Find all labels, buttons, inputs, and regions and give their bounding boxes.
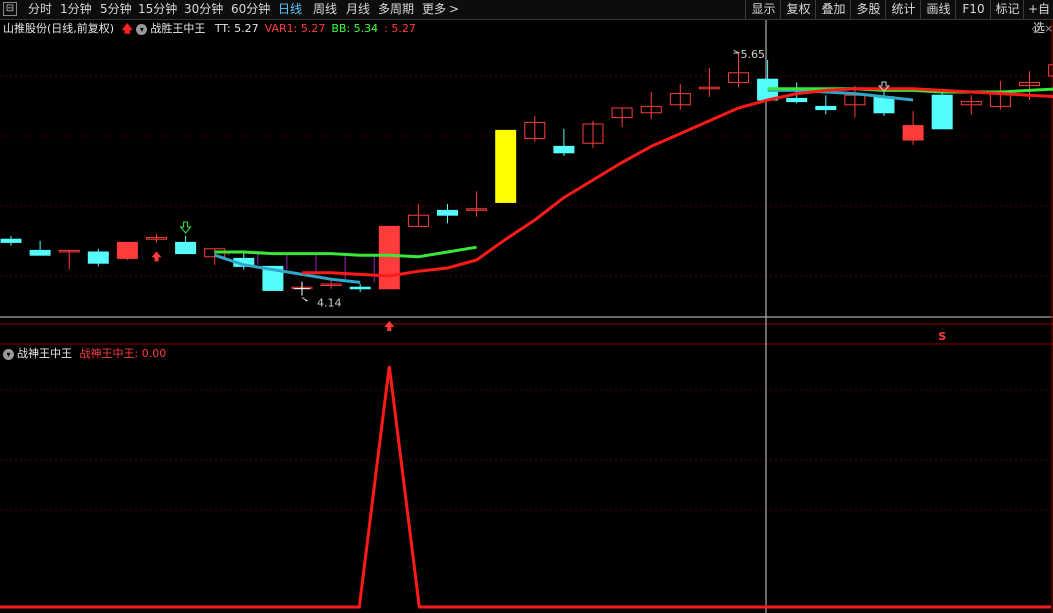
- high-price-label: 5.65: [741, 48, 766, 61]
- candle-body: [931, 94, 953, 130]
- buy-arrow-icon: [384, 321, 395, 331]
- toolbar-button[interactable]: +自选: [1023, 0, 1053, 35]
- toolbar-button[interactable]: 多股: [850, 0, 886, 19]
- candle-body: [437, 209, 458, 216]
- period-tab[interactable]: 多周期: [378, 0, 414, 19]
- candle-body: [29, 249, 51, 256]
- candle-body: [786, 97, 808, 103]
- toolbar-button[interactable]: 复权: [780, 0, 816, 19]
- toolbar-button[interactable]: 标记: [990, 0, 1024, 19]
- period-tab[interactable]: 月线: [346, 0, 370, 19]
- candle-body: [349, 286, 371, 290]
- sub-indicator-line: [0, 365, 1051, 609]
- period-tab[interactable]: 30分钟: [184, 0, 223, 19]
- candle-body: [87, 251, 109, 264]
- candle-body: [116, 241, 138, 259]
- candle-body: [378, 225, 400, 290]
- candle-body: [495, 129, 517, 203]
- low-price-label: 4.14: [317, 297, 342, 310]
- sell-signal-label: S: [938, 330, 946, 343]
- period-tab[interactable]: 分时: [28, 0, 52, 19]
- toolbar-button[interactable]: 显示: [745, 0, 781, 19]
- candle-body: [873, 96, 895, 114]
- candle-body: [175, 241, 197, 255]
- kline-chart[interactable]: S 5.65 4.14: [0, 20, 1053, 613]
- green-ma-line: [214, 245, 477, 259]
- toolbar-button[interactable]: 画线: [920, 0, 956, 19]
- period-tab[interactable]: 更多 >: [422, 0, 459, 19]
- buy-arrow-icon: [151, 251, 162, 262]
- period-tab[interactable]: 15分钟: [138, 0, 177, 19]
- menu-icon[interactable]: ⊟: [3, 2, 17, 16]
- toolbar-button[interactable]: 叠加: [815, 0, 851, 19]
- period-tab[interactable]: 1分钟: [60, 0, 92, 19]
- high-pointer: [733, 49, 741, 54]
- green-down-arrow-icon: [179, 221, 192, 234]
- period-tab[interactable]: 日线: [278, 0, 302, 19]
- candle-body: [553, 145, 575, 154]
- period-tab[interactable]: 60分钟: [231, 0, 270, 19]
- candle-body: [902, 125, 924, 141]
- candle-body: [0, 238, 22, 243]
- toolbar-button[interactable]: F10: [955, 0, 991, 19]
- period-tab[interactable]: 5分钟: [100, 0, 132, 19]
- period-tab[interactable]: 周线: [313, 0, 337, 19]
- toolbar-button[interactable]: 统计: [885, 0, 921, 19]
- period-toolbar: ⊟ 分时 1分钟 5分钟 15分钟 30分钟 60分钟 日线 周线 月线 多周期 更多 > 显示 复权叠…: [0, 0, 1053, 35]
- candle-body: [815, 105, 837, 111]
- low-pointer: [301, 297, 309, 302]
- more-chevron-icon: >: [449, 2, 460, 16]
